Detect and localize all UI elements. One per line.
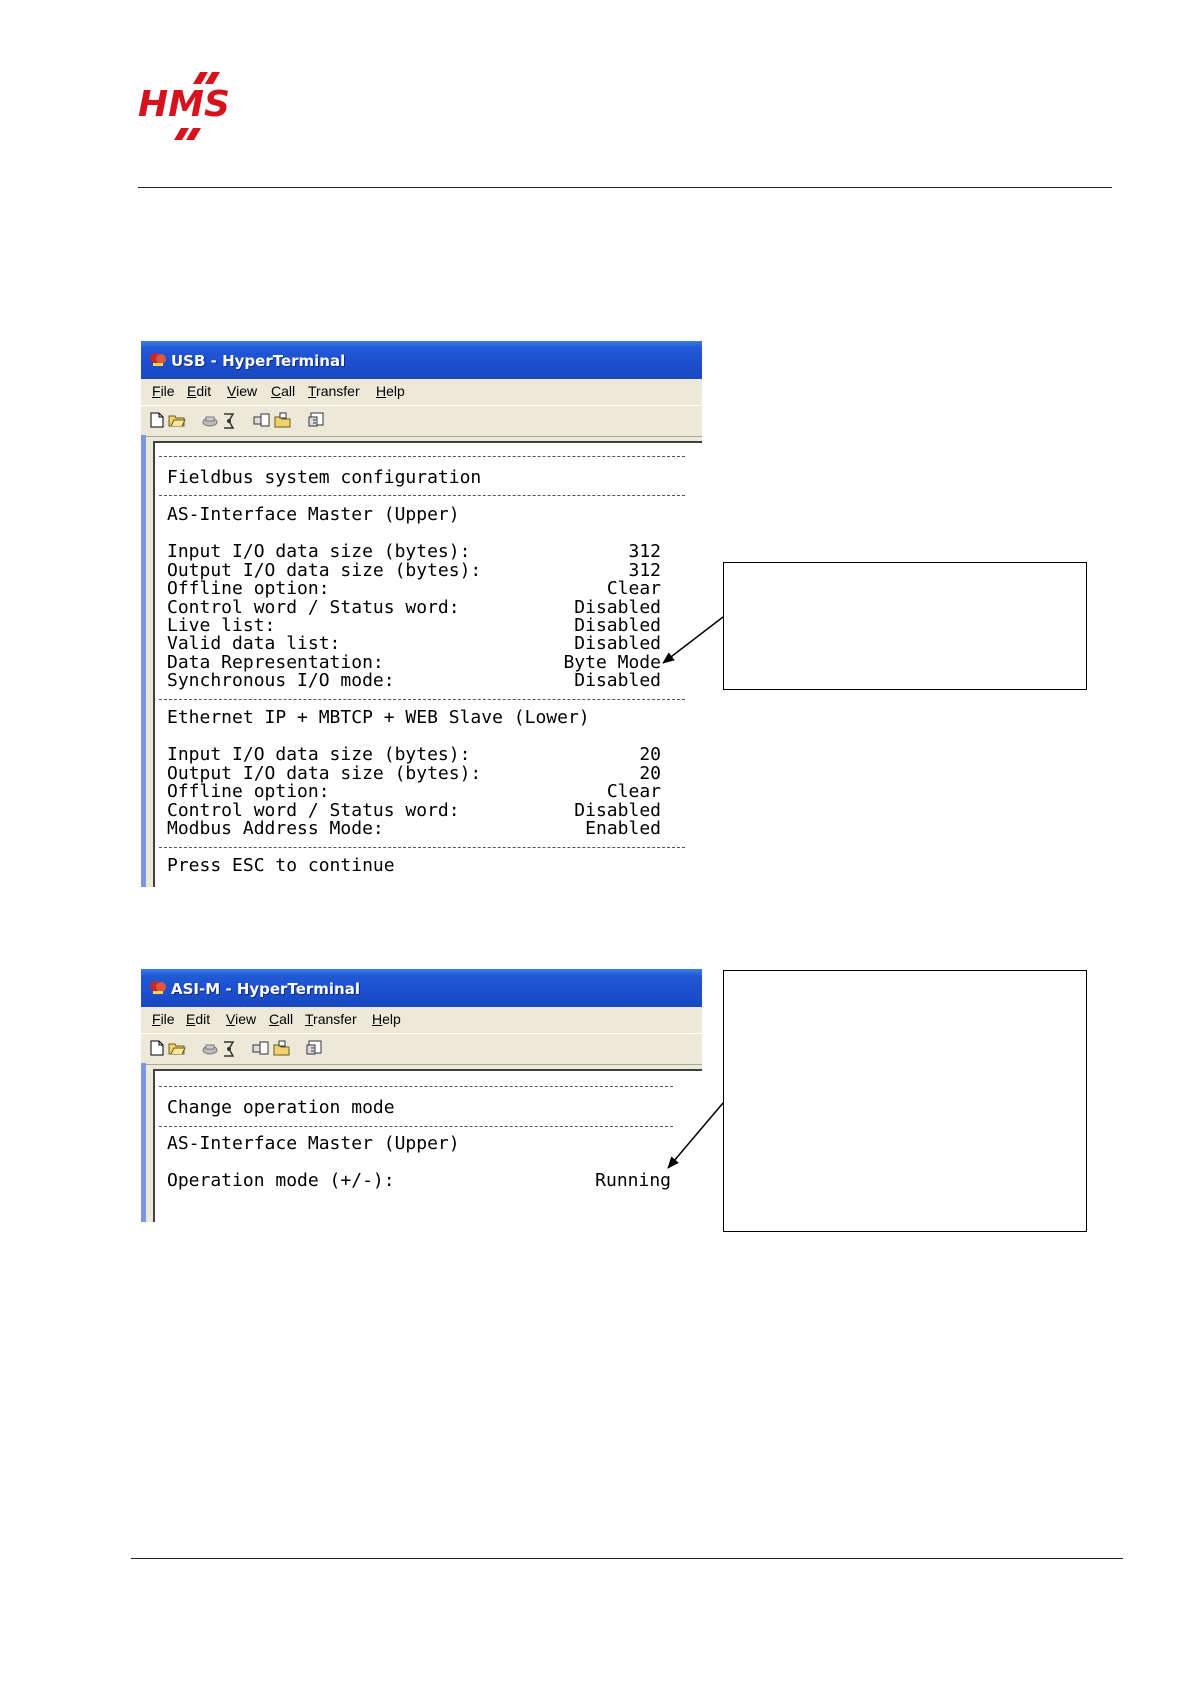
footer-rule — [131, 1558, 1123, 1559]
callout-arrow — [662, 616, 724, 1169]
